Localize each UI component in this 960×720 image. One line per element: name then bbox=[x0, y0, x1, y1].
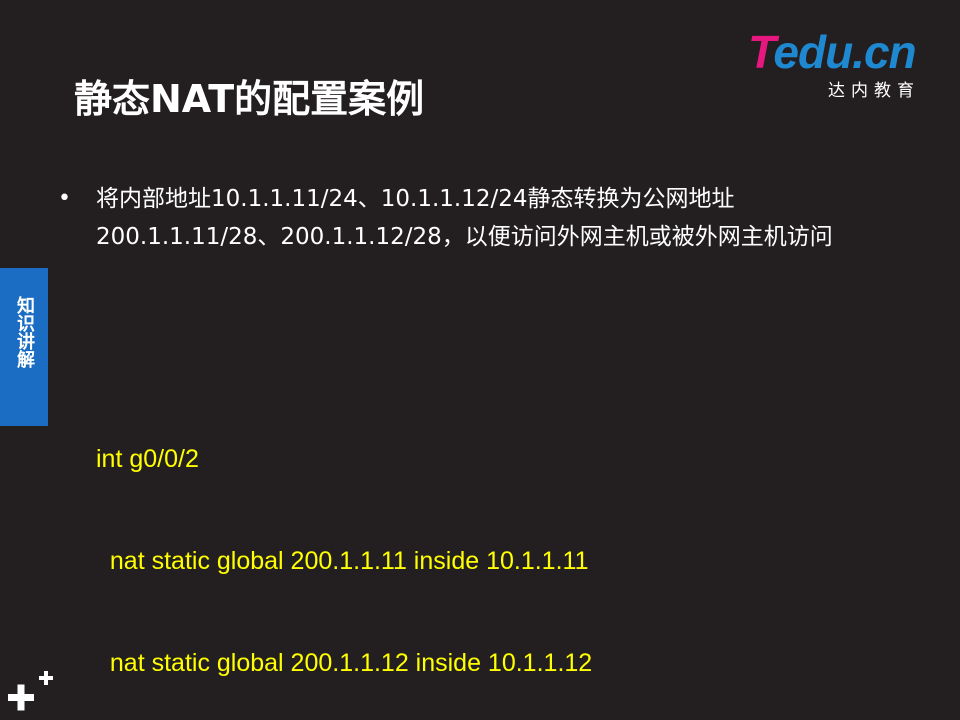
slide-title: 静态NAT的配置案例 bbox=[74, 77, 425, 121]
tedu-logo: Tedu.cn 达内教育 bbox=[748, 26, 938, 101]
logo-subtitle: 达内教育 bbox=[828, 81, 920, 101]
code-block: int g0/0/2 nat static global 200.1.1.11 … bbox=[96, 374, 592, 714]
bullet-dot: • bbox=[58, 186, 71, 211]
code-line: nat static global 200.1.1.12 inside 10.1… bbox=[96, 649, 593, 677]
code-line: int g0/0/2 bbox=[96, 445, 199, 473]
logo-rest: edu.cn bbox=[773, 26, 916, 78]
side-tab: 知识讲解 bbox=[0, 268, 48, 426]
logo-wordmark: Tedu.cn bbox=[748, 26, 917, 78]
plus-icon bbox=[6, 668, 56, 716]
code-line: nat static global 200.1.1.11 inside 10.1… bbox=[96, 547, 589, 575]
logo-t: T bbox=[748, 26, 774, 78]
side-tab-label: 知识讲解 bbox=[14, 296, 35, 368]
bullet-text: 将内部地址10.1.1.11/24、10.1.1.12/24静态转换为公网地址2… bbox=[96, 186, 833, 250]
bullet-item: • 将内部地址10.1.1.11/24、10.1.1.12/24静态转换为公网地… bbox=[58, 180, 898, 256]
